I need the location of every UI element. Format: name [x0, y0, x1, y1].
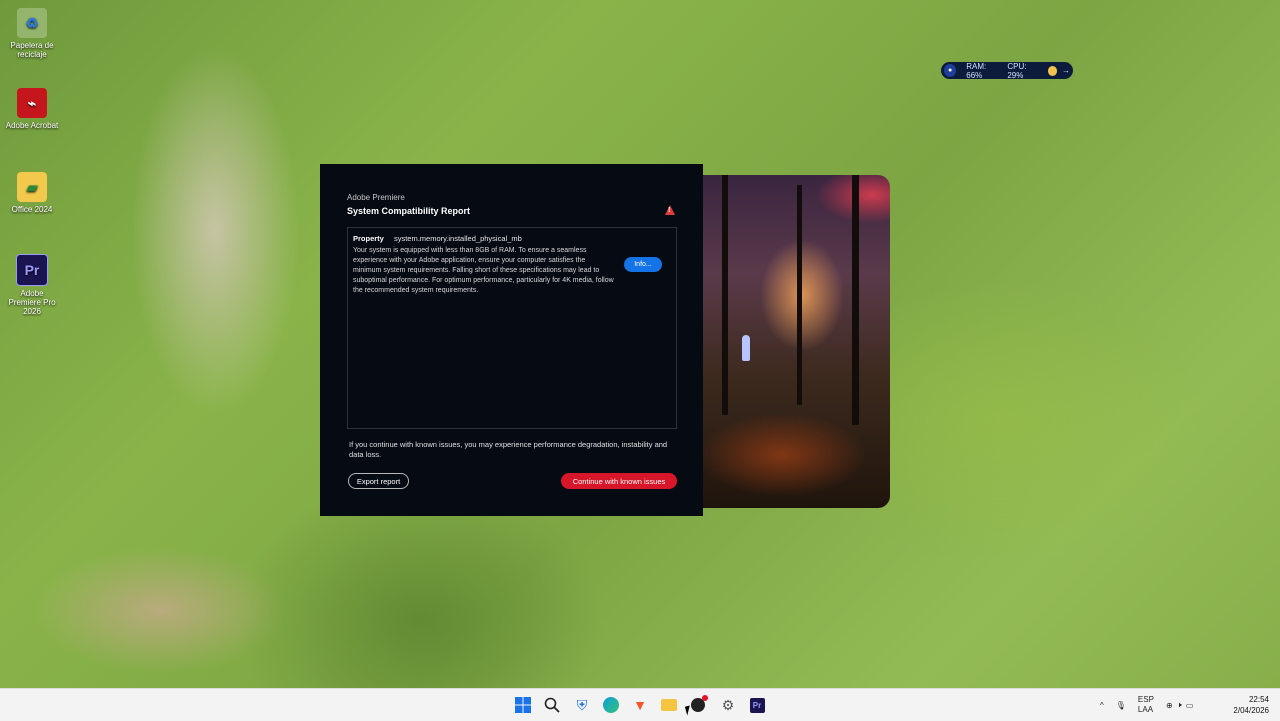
premiere-splash-image	[702, 175, 890, 508]
desktop-icon-label: Adobe Acrobat	[5, 121, 59, 130]
desktop-icon-label: Office 2024	[11, 205, 53, 214]
battery-icon[interactable]: ▭	[1186, 701, 1194, 710]
mic-icon[interactable]: 🎙	[1116, 701, 1126, 710]
edge-icon[interactable]	[601, 695, 621, 715]
brave-icon[interactable]: ▼	[630, 695, 650, 715]
export-report-button[interactable]: Export report	[348, 473, 409, 489]
desktop-icon-recycle-bin[interactable]: ♻ Papelera de reciclaje	[4, 8, 60, 59]
defender-icon[interactable]: ⛨	[572, 695, 592, 715]
system-monitor-widget[interactable]: ● RAM: 66% CPU: 29% →	[941, 61, 1073, 80]
clock-time: 22:54	[1248, 695, 1269, 704]
info-button[interactable]: Info...	[624, 257, 662, 272]
language-top: ESP	[1137, 695, 1154, 704]
tree-silhouette	[797, 185, 802, 405]
acrobat-icon: ⌁	[17, 88, 47, 118]
cpu-readout: CPU: 29%	[1007, 61, 1027, 80]
ram-readout: RAM: 66%	[966, 61, 987, 80]
tree-silhouette	[852, 175, 859, 425]
start-icon[interactable]	[513, 695, 533, 715]
network-icon[interactable]: ⊕	[1166, 701, 1173, 710]
desktop-icon-label: Adobe Premiere Pro 2026	[8, 289, 56, 316]
system-compatibility-dialog: Adobe Premiere System Compatibility Repo…	[320, 164, 703, 516]
search-icon[interactable]	[542, 695, 562, 715]
office-folder-icon: ▰	[17, 172, 47, 202]
chevron-up-icon[interactable]: ^	[1100, 701, 1104, 710]
file-explorer-icon[interactable]	[659, 695, 679, 715]
desktop-icon-premiere[interactable]: Pr Adobe Premiere Pro 2026	[4, 254, 60, 316]
language-indicator[interactable]: ESP LAA	[1138, 695, 1154, 715]
property-description: Your system is equipped with less than 8…	[353, 247, 614, 294]
taskbar: ⛨ ▼ ⚙ Pr ^ 🎙 ESP LAA ⊕ 🕨 ▭ 22:54 2/04/20…	[0, 688, 1280, 721]
mic-icon: ●	[944, 64, 957, 77]
system-tray: ^ 🎙 ESP LAA ⊕ 🕨 ▭	[1100, 689, 1193, 721]
property-row: Property system.memory.installed_physica…	[353, 234, 522, 243]
continue-button[interactable]: Continue with known issues	[561, 473, 677, 489]
clock[interactable]: 22:54 2/04/2026	[1233, 694, 1269, 716]
dialog-footnote: If you continue with known issues, you m…	[349, 440, 668, 459]
language-bottom: LAA	[1137, 705, 1154, 714]
premiere-icon[interactable]: Pr	[747, 695, 767, 715]
tree-silhouette	[722, 175, 728, 415]
desktop-icon-acrobat[interactable]: ⌁ Adobe Acrobat	[4, 88, 60, 130]
desktop-icon-label: Papelera de reciclaje	[10, 41, 54, 59]
settings-icon[interactable]: ⚙	[718, 695, 738, 715]
property-value: system.memory.installed_physical_mb	[393, 234, 522, 243]
warning-mark: !	[668, 207, 671, 214]
premiere-icon: Pr	[16, 254, 48, 286]
figure-in-forest	[742, 335, 750, 361]
arrow-right-icon[interactable]: →	[1062, 66, 1070, 75]
dialog-title: System Compatibility Report	[347, 206, 471, 216]
smiley-icon	[1047, 65, 1057, 76]
desktop-icon-office[interactable]: ▰ Office 2024	[4, 172, 60, 214]
issues-panel: Property system.memory.installed_physica…	[347, 227, 677, 429]
clock-date: 2/04/2026	[1233, 706, 1269, 715]
volume-muted-icon[interactable]: 🕨	[1177, 700, 1182, 710]
dialog-app-name: Adobe Premiere	[347, 193, 405, 202]
recycle-bin-icon: ♻	[17, 8, 47, 38]
property-label: Property	[353, 234, 384, 243]
